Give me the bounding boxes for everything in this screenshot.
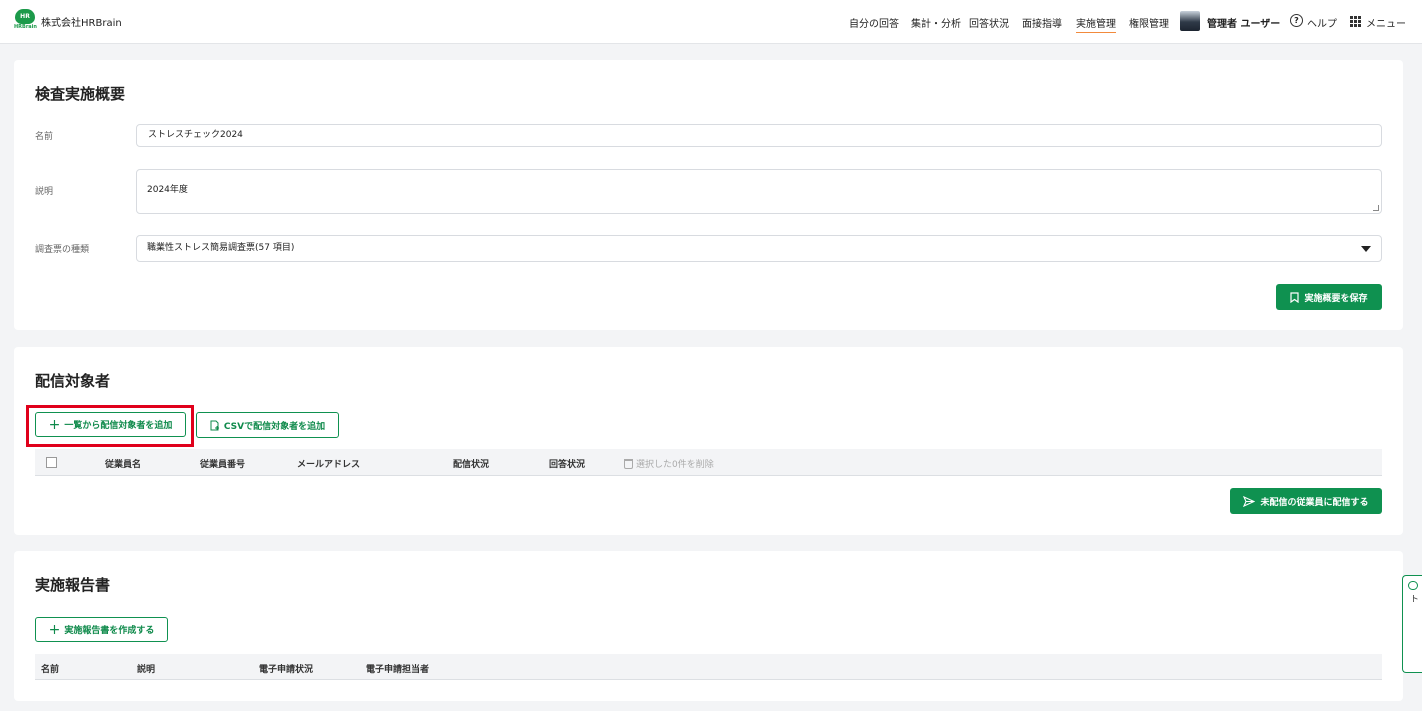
send-undelivered-button[interactable]: 未配信の従業員に配信する <box>1230 488 1382 514</box>
col-e-application-owner[interactable]: 電子申請担当者 <box>366 662 429 675</box>
logo-subtext: HRBrain <box>14 24 37 30</box>
overview-card: 検査実施概要 名前 ストレスチェック2024 説明 2024年度 調査票の種類 … <box>14 60 1403 330</box>
company-name: 株式会社HRBrain <box>41 18 122 29</box>
name-label: 名前 <box>35 132 54 142</box>
reports-title: 実施報告書 <box>35 576 111 594</box>
highlight-box <box>26 405 194 447</box>
file-add-icon <box>210 420 219 430</box>
description-value: 2024年度 <box>147 185 188 195</box>
survey-type-label: 調査票の種類 <box>35 245 90 255</box>
save-overview-button[interactable]: 実施概要を保存 <box>1276 284 1382 310</box>
targets-table-header: 従業員名 従業員番号 メールアドレス 配信状況 回答状況 選択した0件を削除 <box>35 449 1382 476</box>
hrbrain-logo[interactable]: HR HRBrain <box>14 9 37 31</box>
send-undelivered-label: 未配信の従業員に配信する <box>1260 497 1369 508</box>
grid-menu-icon[interactable] <box>1350 16 1361 27</box>
top-header: HR HRBrain 株式会社HRBrain 自分の回答 集計・分析 回答状況 … <box>0 0 1422 44</box>
overview-title: 検査実施概要 <box>35 85 126 103</box>
description-textarea[interactable]: 2024年度 <box>136 169 1382 214</box>
reports-table-header: 名前 説明 電子申請状況 電子申請担当者 <box>35 654 1382 680</box>
select-all-checkbox[interactable] <box>46 457 57 468</box>
delete-selected-button[interactable]: 選択した0件を削除 <box>624 457 714 470</box>
name-input[interactable]: ストレスチェック2024 <box>136 124 1382 147</box>
menu-link[interactable]: メニュー <box>1366 15 1406 30</box>
resize-handle[interactable] <box>1373 205 1379 211</box>
col-employee-number[interactable]: 従業員番号 <box>200 457 245 470</box>
nav-aggregate-analysis[interactable]: 集計・分析 <box>911 15 961 30</box>
nav-interview-guidance[interactable]: 面接指導 <box>1022 15 1062 30</box>
chat-support-tab[interactable]: チャットサポート <box>1402 575 1422 673</box>
targets-card: 配信対象者 + 一覧から配信対象者を追加 CSVで配信対象者を追加 従業員名 従… <box>14 347 1403 535</box>
targets-title: 配信対象者 <box>35 372 111 390</box>
add-csv-label: CSVで配信対象者を追加 <box>223 421 326 432</box>
reports-card: 実施報告書 + 実施報告書を作成する 名前 説明 電子申請状況 電子申請担当者 <box>14 551 1403 701</box>
send-icon <box>1243 495 1256 507</box>
bookmark-icon <box>1290 291 1300 303</box>
plus-icon: + <box>48 621 61 638</box>
logo-mark: HR <box>15 9 35 24</box>
col-delivery-status[interactable]: 配信状況 <box>453 457 489 470</box>
col-employee-name[interactable]: 従業員名 <box>105 457 141 470</box>
col-report-description[interactable]: 説明 <box>137 662 155 675</box>
col-email[interactable]: メールアドレス <box>297 457 360 470</box>
user-name[interactable]: 管理者 ユーザー <box>1207 15 1280 30</box>
create-report-button[interactable]: + 実施報告書を作成する <box>35 617 168 642</box>
create-report-label: 実施報告書を作成する <box>64 626 155 636</box>
description-label: 説明 <box>35 187 54 197</box>
nav-answer-status[interactable]: 回答状況 <box>969 15 1009 30</box>
user-avatar[interactable] <box>1180 11 1200 31</box>
nav-implementation-management[interactable]: 実施管理 <box>1076 15 1116 33</box>
col-answer-status[interactable]: 回答状況 <box>549 457 585 470</box>
survey-type-select[interactable]: 職業性ストレス簡易調査票(57 項目) <box>136 235 1382 262</box>
save-overview-label: 実施概要を保存 <box>1304 293 1368 304</box>
nav-my-answers[interactable]: 自分の回答 <box>849 15 899 30</box>
help-link[interactable]: ヘルプ <box>1307 15 1337 30</box>
add-csv-button[interactable]: CSVで配信対象者を追加 <box>196 412 339 438</box>
survey-type-value: 職業性ストレス簡易調査票(57 項目) <box>147 243 295 253</box>
chat-support-label: チャットサポート <box>1408 594 1422 664</box>
caret-down-icon <box>1361 246 1371 252</box>
nav-permission-management[interactable]: 権限管理 <box>1129 15 1169 30</box>
trash-icon <box>624 458 633 469</box>
col-e-application-status[interactable]: 電子申請状況 <box>259 662 313 675</box>
chat-bubble-icon <box>1408 581 1418 590</box>
delete-selected-label: 選択した0件を削除 <box>636 460 714 470</box>
col-report-name[interactable]: 名前 <box>41 662 59 675</box>
help-icon[interactable]: ? <box>1290 14 1303 27</box>
